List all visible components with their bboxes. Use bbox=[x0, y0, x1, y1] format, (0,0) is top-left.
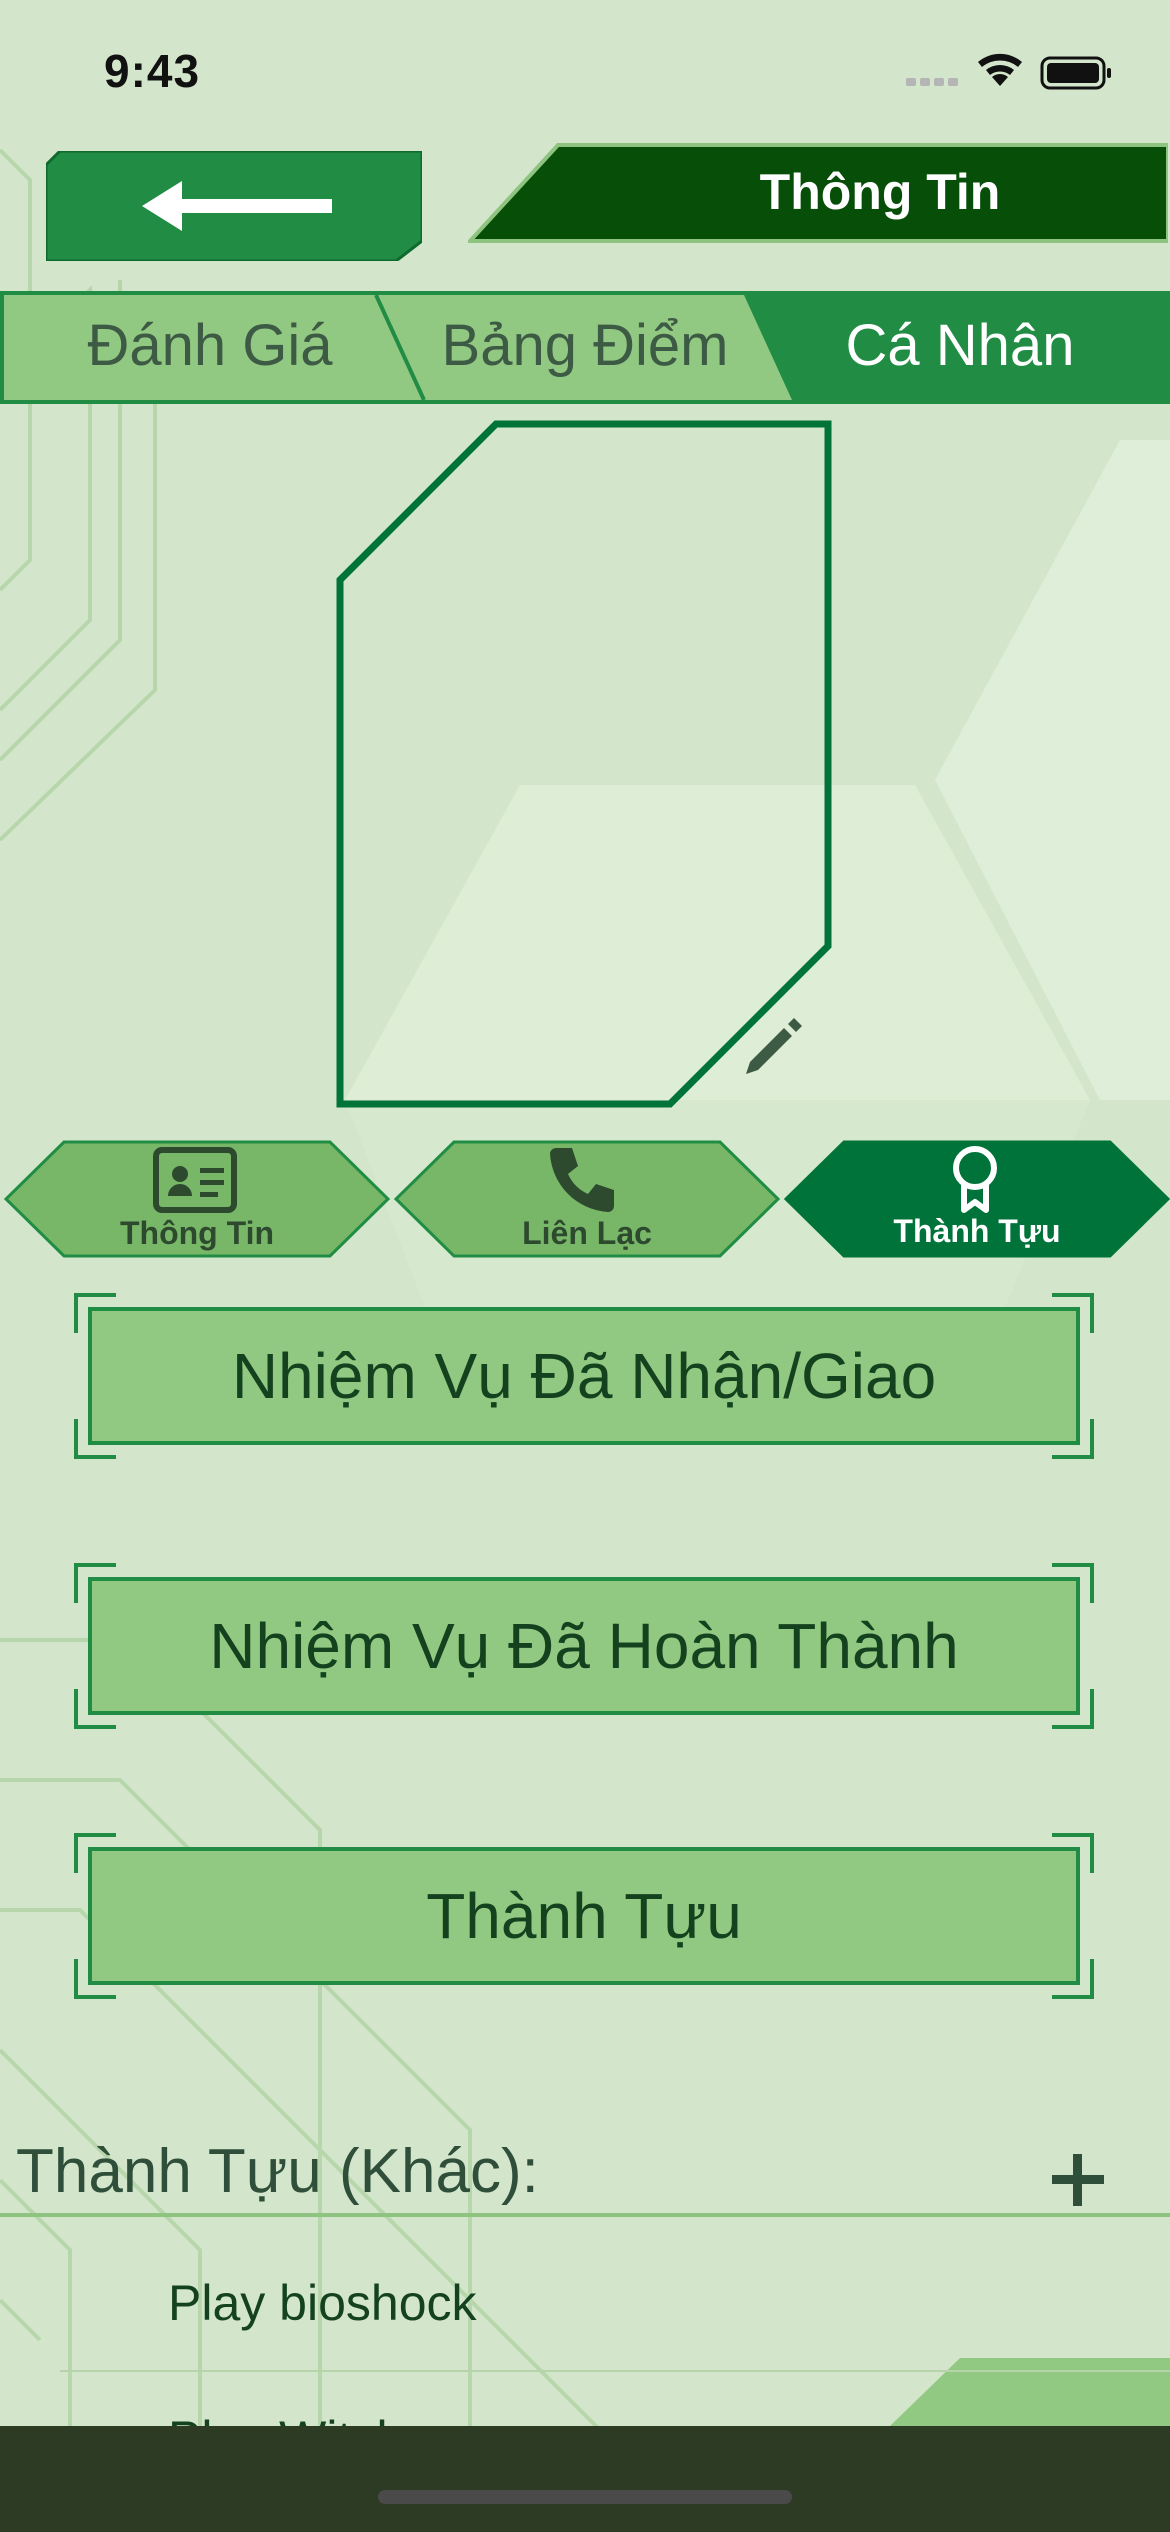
subtab-thong-tin-label: Thông Tin bbox=[119, 1215, 275, 1251]
bottom-bar bbox=[0, 2426, 1170, 2532]
other-achievements-title: Thành Tựu (Khác): bbox=[16, 2137, 539, 2206]
contact-card-icon bbox=[153, 1147, 237, 1213]
completed-tasks-button[interactable]: Nhiệm Vụ Đã Hoàn Thành bbox=[74, 1563, 1094, 1729]
list-item[interactable]: Play bioshock bbox=[168, 2274, 477, 2332]
tab-ca-nhan[interactable]: Cá Nhân bbox=[790, 312, 1130, 379]
achievements-label: Thành Tựu bbox=[426, 1880, 742, 1952]
tab-danh-gia[interactable]: Đánh Giá bbox=[40, 312, 380, 379]
subtab-thanh-tuu-label: Thành Tựu bbox=[893, 1213, 1061, 1249]
home-indicator[interactable] bbox=[378, 2490, 792, 2504]
section-divider bbox=[0, 2213, 1170, 2217]
award-ribbon-icon bbox=[953, 1146, 997, 1213]
back-button[interactable] bbox=[46, 151, 422, 261]
list-divider bbox=[60, 2370, 1170, 2372]
phone-icon bbox=[550, 1148, 614, 1212]
achievements-button[interactable]: Thành Tựu bbox=[74, 1833, 1094, 1999]
subtab-lien-lac-label: Liên Lạc bbox=[522, 1215, 652, 1251]
pencil-icon[interactable] bbox=[738, 1012, 808, 1082]
avatar[interactable] bbox=[336, 420, 836, 1110]
signal-icon bbox=[906, 78, 958, 86]
assigned-tasks-button[interactable]: Nhiệm Vụ Đã Nhận/Giao bbox=[74, 1293, 1094, 1459]
wifi-icon bbox=[978, 53, 1022, 86]
assigned-tasks-label: Nhiệm Vụ Đã Nhận/Giao bbox=[231, 1340, 937, 1412]
completed-tasks-label: Nhiệm Vụ Đã Hoàn Thành bbox=[209, 1610, 959, 1682]
status-icons bbox=[906, 53, 1111, 90]
status-time: 9:43 bbox=[104, 45, 201, 97]
page-title: Thông Tin bbox=[759, 164, 1001, 220]
battery-icon bbox=[1040, 56, 1111, 90]
plus-icon[interactable] bbox=[1048, 2150, 1108, 2210]
tab-bang-diem[interactable]: Bảng Điểm bbox=[400, 312, 770, 379]
